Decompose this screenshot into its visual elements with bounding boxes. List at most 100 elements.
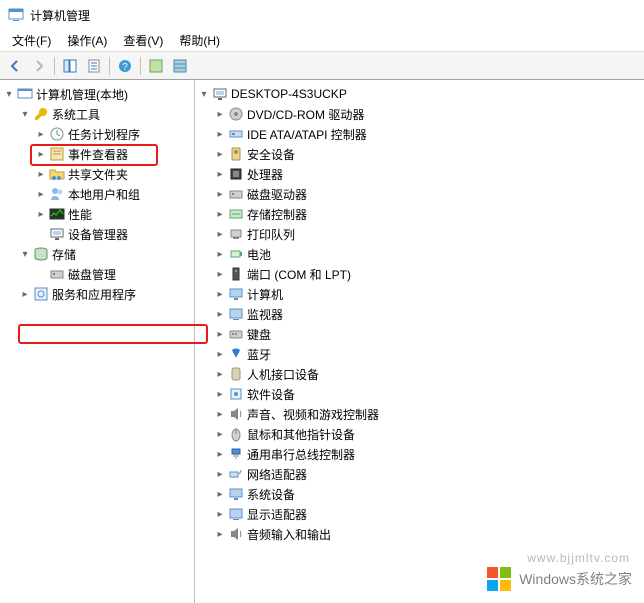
device-category-row[interactable]: ▸处理器 <box>195 164 644 184</box>
tree-task-scheduler[interactable]: ▸ 任务计划程序 <box>0 124 194 144</box>
tree-label: 通用串行总线控制器 <box>247 446 355 463</box>
expand-icon[interactable]: ▸ <box>213 467 227 481</box>
tree-label: 存储控制器 <box>247 206 307 223</box>
expand-icon[interactable]: ▸ <box>213 307 227 321</box>
menu-view[interactable]: 查看(V) <box>115 30 171 51</box>
expand-icon[interactable]: ▸ <box>213 107 227 121</box>
device-category-icon <box>228 226 244 242</box>
expand-icon[interactable]: ▸ <box>34 147 48 161</box>
device-tree-root[interactable]: ▾ DESKTOP-4S3UCKP <box>195 84 644 104</box>
tree-system-tools[interactable]: ▾ 系统工具 <box>0 104 194 124</box>
device-category-row[interactable]: ▸电池 <box>195 244 644 264</box>
left-tree-pane[interactable]: ▾ 计算机管理(本地) ▾ 系统工具 ▸ 任务计划程序 ▸ 事件查看器 ▸ 共享… <box>0 80 195 603</box>
expand-icon[interactable]: ▸ <box>213 407 227 421</box>
device-category-row[interactable]: ▸ 存储控制器 <box>195 204 644 224</box>
expand-icon[interactable]: ▸ <box>213 387 227 401</box>
collapse-icon[interactable]: ▾ <box>197 87 211 101</box>
toolbar-separator <box>109 57 110 75</box>
device-category-row[interactable]: ▸网络适配器 <box>195 464 644 484</box>
device-category-icon <box>228 106 244 122</box>
expand-icon[interactable]: ▸ <box>213 507 227 521</box>
device-category-row[interactable]: ▸系统设备 <box>195 484 644 504</box>
device-category-row[interactable]: ▸声音、视频和游戏控制器 <box>195 404 644 424</box>
device-category-icon <box>228 526 244 542</box>
menu-action[interactable]: 操作(A) <box>59 30 115 51</box>
device-category-row[interactable]: ▸ 音频输入和输出 <box>195 524 644 544</box>
expand-icon[interactable]: ▸ <box>213 247 227 261</box>
expand-icon[interactable]: ▸ <box>213 367 227 381</box>
expand-icon[interactable]: ▸ <box>213 527 227 541</box>
device-category-row[interactable]: ▸IDE ATA/ATAPI 控制器 <box>195 124 644 144</box>
expand-icon[interactable]: ▸ <box>213 227 227 241</box>
properties-button[interactable] <box>83 55 105 77</box>
device-category-row[interactable]: ▸端口 (COM 和 LPT) <box>195 264 644 284</box>
tree-label: 任务计划程序 <box>68 126 140 143</box>
tree-storage[interactable]: ▾ 存储 <box>0 244 194 264</box>
tree-device-manager[interactable]: ▸ 设备管理器 <box>0 224 194 244</box>
tree-disk-management[interactable]: ▸ 磁盘管理 <box>0 264 194 284</box>
expand-icon[interactable]: ▸ <box>213 287 227 301</box>
tree-label: 软件设备 <box>247 386 295 403</box>
toolbar: ? <box>0 52 644 80</box>
expand-icon[interactable]: ▸ <box>213 487 227 501</box>
expand-icon[interactable]: ▸ <box>213 127 227 141</box>
expand-icon[interactable]: ▸ <box>213 347 227 361</box>
collapse-icon[interactable]: ▾ <box>2 87 16 101</box>
device-category-row[interactable]: ▸DVD/CD-ROM 驱动器 <box>195 104 644 124</box>
tree-label: 安全设备 <box>247 146 295 163</box>
content-area: ▾ 计算机管理(本地) ▾ 系统工具 ▸ 任务计划程序 ▸ 事件查看器 ▸ 共享… <box>0 80 644 603</box>
expand-icon[interactable]: ▸ <box>213 147 227 161</box>
back-button[interactable] <box>4 55 26 77</box>
help-button[interactable]: ? <box>114 55 136 77</box>
tree-local-users[interactable]: ▸ 本地用户和组 <box>0 184 194 204</box>
expand-icon[interactable]: ▸ <box>34 207 48 221</box>
collapse-icon[interactable]: ▾ <box>18 107 32 121</box>
collapse-icon[interactable]: ▾ <box>18 247 32 261</box>
expand-icon[interactable]: ▸ <box>213 327 227 341</box>
tree-performance[interactable]: ▸ 性能 <box>0 204 194 224</box>
device-category-row[interactable]: ▸ 蓝牙 <box>195 344 644 364</box>
expand-icon[interactable]: ▸ <box>213 267 227 281</box>
expand-icon[interactable]: ▸ <box>18 287 32 301</box>
forward-button[interactable] <box>28 55 50 77</box>
device-category-row[interactable]: ▸ 人机接口设备 <box>195 364 644 384</box>
device-category-row[interactable]: ▸监视器 <box>195 304 644 324</box>
right-tree-pane[interactable]: ▾ DESKTOP-4S3UCKP ▸DVD/CD-ROM 驱动器▸IDE AT… <box>195 80 644 603</box>
expand-icon[interactable]: ▸ <box>213 427 227 441</box>
device-category-row[interactable]: ▸ 安全设备 <box>195 144 644 164</box>
tree-label: 存储 <box>52 246 76 263</box>
tree-label: 事件查看器 <box>68 146 128 163</box>
device-category-row[interactable]: ▸显示适配器 <box>195 504 644 524</box>
expand-icon[interactable]: ▸ <box>213 187 227 201</box>
device-category-row[interactable]: ▸键盘 <box>195 324 644 344</box>
storage-icon <box>33 246 49 262</box>
expand-icon[interactable]: ▸ <box>34 127 48 141</box>
tree-label: 磁盘管理 <box>68 266 116 283</box>
show-hide-tree-button[interactable] <box>59 55 81 77</box>
device-category-row[interactable]: ▸打印队列 <box>195 224 644 244</box>
device-category-row[interactable]: ▸ 通用串行总线控制器 <box>195 444 644 464</box>
expand-icon[interactable]: ▸ <box>213 207 227 221</box>
view-large-button[interactable] <box>145 55 167 77</box>
tree-services-apps[interactable]: ▸ 服务和应用程序 <box>0 284 194 304</box>
tree-shared-folders[interactable]: ▸ 共享文件夹 <box>0 164 194 184</box>
device-category-row[interactable]: ▸鼠标和其他指针设备 <box>195 424 644 444</box>
tree-label: 人机接口设备 <box>247 366 319 383</box>
device-category-row[interactable]: ▸磁盘驱动器 <box>195 184 644 204</box>
expand-icon[interactable]: ▸ <box>34 167 48 181</box>
expand-icon[interactable]: ▸ <box>34 187 48 201</box>
tree-label: 蓝牙 <box>247 346 271 363</box>
view-detail-button[interactable] <box>169 55 191 77</box>
device-category-row[interactable]: ▸ 软件设备 <box>195 384 644 404</box>
tree-label: 音频输入和输出 <box>247 526 331 543</box>
clock-icon <box>49 126 65 142</box>
menu-help[interactable]: 帮助(H) <box>171 30 228 51</box>
menu-file[interactable]: 文件(F) <box>4 30 59 51</box>
tree-event-viewer[interactable]: ▸ 事件查看器 <box>0 144 194 164</box>
device-category-row[interactable]: ▸计算机 <box>195 284 644 304</box>
menu-bar: 文件(F) 操作(A) 查看(V) 帮助(H) <box>0 30 644 52</box>
expand-icon[interactable]: ▸ <box>213 447 227 461</box>
expand-icon[interactable]: ▸ <box>213 167 227 181</box>
device-category-icon <box>228 406 244 422</box>
tree-root-computer-management[interactable]: ▾ 计算机管理(本地) <box>0 84 194 104</box>
